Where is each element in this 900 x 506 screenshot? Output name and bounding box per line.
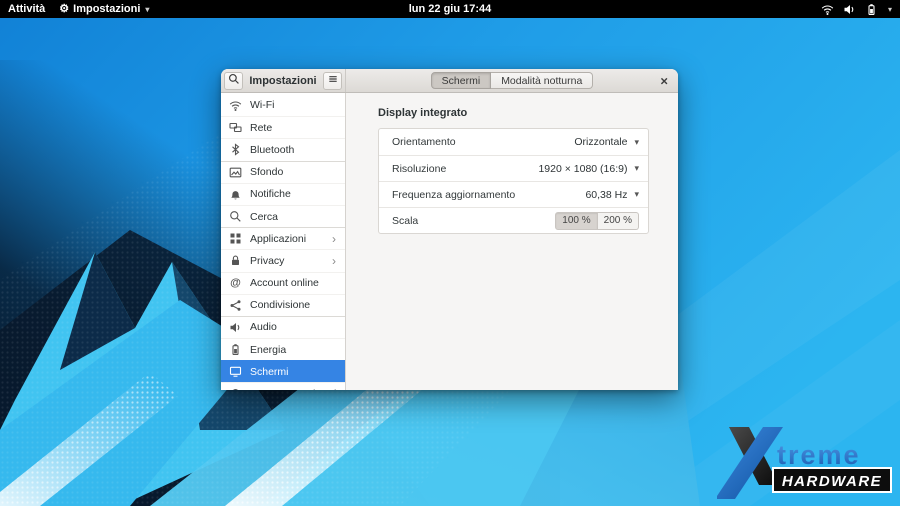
sidebar-item-label: Mouse e touchpad	[250, 388, 337, 390]
sidebar-item-label: Wi-Fi	[250, 99, 337, 111]
speaker-icon	[229, 321, 242, 334]
sidebar-item-account-online[interactable]: @ Account online	[221, 272, 345, 294]
row-value-text: Orizzontale	[574, 136, 627, 148]
bluetooth-icon	[229, 143, 242, 156]
background-icon	[229, 166, 242, 179]
menu-button[interactable]	[323, 72, 342, 90]
sidebar-item-sfondo[interactable]: Sfondo	[221, 161, 345, 183]
setting-label: Orientamento	[392, 136, 574, 148]
row-value-dropdown[interactable]: 1920 × 1080 (16:9) ▾	[538, 163, 639, 175]
setting-label: Risoluzione	[392, 163, 538, 175]
search-icon	[229, 210, 242, 223]
titlebar-left: Impostazioni	[221, 69, 346, 92]
sidebar-item-label: Applicazioni	[250, 233, 324, 245]
apps-icon	[229, 232, 242, 245]
sidebar-item-rete[interactable]: Rete	[221, 116, 345, 138]
sidebar-item-schermi[interactable]: Schermi	[221, 360, 345, 382]
app-menu-button[interactable]: ⚙ Impostazioni ▾	[59, 3, 149, 15]
sidebar-item-bluetooth[interactable]: Bluetooth	[221, 138, 345, 160]
chevron-down-icon: ▾	[634, 189, 639, 200]
chevron-down-icon: ▾	[145, 5, 149, 14]
xtreme-hardware-logo: treme HARDWARE	[717, 427, 895, 499]
share-icon	[229, 299, 242, 312]
panel-heading: Display integrato	[378, 107, 678, 119]
sidebar-item-privacy[interactable]: Privacy ›	[221, 249, 345, 271]
sidebar-item-audio[interactable]: Audio	[221, 316, 345, 338]
wifi-icon	[821, 3, 834, 16]
scale-option-200[interactable]: 200 %	[598, 212, 639, 230]
sidebar-item-label: Bluetooth	[250, 144, 337, 156]
desktop: Attività ⚙ Impostazioni ▾ lun 22 giu 17:…	[0, 0, 900, 506]
sidebar-item-label: Sfondo	[250, 166, 337, 178]
sidebar-item-notifiche[interactable]: Notifiche	[221, 183, 345, 205]
setting-row-risoluzione[interactable]: Risoluzione1920 × 1080 (16:9) ▾	[379, 155, 648, 181]
network-icon	[229, 121, 242, 134]
lock-icon	[229, 254, 242, 267]
row-value-text: 1920 × 1080 (16:9)	[538, 163, 627, 175]
display-panel: Display integrato OrientamentoOrizzontal…	[346, 93, 678, 390]
sidebar-item-label: Account online	[250, 277, 337, 289]
sidebar-item-label: Schermi	[250, 366, 337, 378]
settings-window: Impostazioni SchermiModalità notturna × …	[221, 69, 678, 390]
close-button[interactable]: ×	[660, 74, 668, 87]
sidebar-item-label: Energia	[250, 344, 337, 356]
system-status-area[interactable]: ▾	[821, 3, 892, 16]
scale-option-100[interactable]: 100 %	[555, 212, 597, 230]
scale-toggle-group: 100 %200 %	[555, 212, 639, 230]
bell-icon	[229, 188, 242, 201]
sidebar-item-cerca[interactable]: Cerca	[221, 205, 345, 227]
setting-row-orientamento[interactable]: OrientamentoOrizzontale ▾	[379, 129, 648, 155]
setting-row-scala[interactable]: Scala100 %200 %	[379, 207, 648, 233]
chevron-down-icon: ▾	[634, 137, 639, 148]
volume-icon	[843, 3, 856, 16]
setting-label: Scala	[392, 215, 555, 227]
at-icon: @	[229, 277, 242, 290]
sidebar-item-label: Privacy	[250, 255, 324, 267]
titlebar[interactable]: Impostazioni SchermiModalità notturna ×	[221, 69, 678, 93]
search-icon	[228, 72, 240, 90]
chevron-right-icon: ›	[332, 232, 336, 246]
sidebar-item-wi-fi[interactable]: Wi-Fi	[221, 94, 345, 116]
sidebar-item-label: Condivisione	[250, 299, 337, 311]
app-menu-label: Impostazioni	[73, 3, 140, 15]
display-settings-card: OrientamentoOrizzontale▾Risoluzione1920 …	[378, 128, 649, 234]
setting-row-frequenza-aggiornamento[interactable]: Frequenza aggiornamento60,38 Hz ▾	[379, 181, 648, 207]
sidebar-item-label: Audio	[250, 321, 337, 333]
row-value-dropdown[interactable]: 60,38 Hz ▾	[585, 189, 639, 201]
chevron-right-icon: ›	[332, 254, 336, 268]
battery-icon	[865, 3, 878, 16]
row-value-text: 60,38 Hz	[585, 189, 627, 201]
mouse-icon	[229, 388, 242, 390]
chevron-down-icon: ▾	[888, 5, 892, 14]
sidebar-item-mouse-e-touchpad[interactable]: Mouse e touchpad	[221, 382, 345, 390]
sidebar-item-energia[interactable]: Energia	[221, 338, 345, 360]
view-switcher: SchermiModalità notturna	[431, 72, 594, 89]
sidebar-item-label: Cerca	[250, 211, 337, 223]
hamburger-menu-icon	[327, 72, 339, 90]
sidebar: Wi-Fi Rete Bluetooth Sfondo Notifiche Cerca Ap…	[221, 93, 346, 390]
top-bar: Attività ⚙ Impostazioni ▾ lun 22 giu 17:…	[0, 0, 900, 18]
row-value-dropdown[interactable]: Orizzontale ▾	[574, 136, 639, 148]
window-title: Impostazioni	[243, 75, 323, 87]
display-icon	[229, 365, 242, 378]
logo-hardware-text: HARDWARE	[782, 473, 882, 490]
sidebar-item-label: Rete	[250, 122, 337, 134]
activities-button[interactable]: Attività	[8, 3, 45, 15]
battery-icon	[229, 343, 242, 356]
logo-treme-text: treme	[777, 440, 861, 470]
setting-label: Frequenza aggiornamento	[392, 189, 585, 201]
sidebar-item-condivisione[interactable]: Condivisione	[221, 294, 345, 316]
gear-icon: ⚙	[59, 4, 69, 15]
sidebar-item-label: Notifiche	[250, 188, 337, 200]
chevron-down-icon: ▾	[634, 163, 639, 174]
titlebar-right: SchermiModalità notturna ×	[346, 69, 678, 92]
sidebar-item-applicazioni[interactable]: Applicazioni ›	[221, 227, 345, 249]
wifi-icon	[229, 99, 242, 112]
tab-schermi[interactable]: Schermi	[431, 72, 492, 89]
search-button[interactable]	[224, 72, 243, 90]
tab-modalit-notturna[interactable]: Modalità notturna	[491, 72, 593, 89]
